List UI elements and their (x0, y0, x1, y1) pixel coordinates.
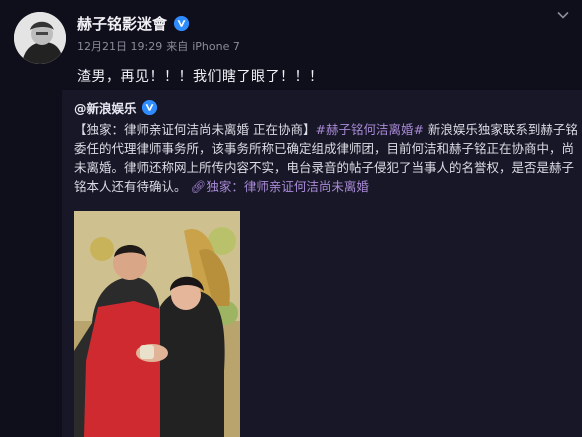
author-row: 赫子铭影迷會 (77, 13, 190, 34)
author-name[interactable]: 赫子铭影迷會 (77, 13, 167, 34)
article-link[interactable]: 独家：律师亲证何洁尚未离婚 (206, 179, 369, 194)
repost-body: 【独家：律师亲证何洁尚未离婚 正在协商】#赫子铭何洁离婚# 新浪娱乐独家联系到赫… (74, 120, 579, 196)
avatar[interactable] (14, 12, 66, 64)
post-text: 渣男，再见！！！我们瞎了眼了！！！ (77, 69, 324, 85)
link-icon: 🔗︎ (190, 179, 207, 194)
post-time[interactable]: 12月21日 19:29 (77, 40, 162, 53)
verified-badge-icon (141, 99, 157, 116)
chevron-down-icon[interactable] (556, 8, 570, 22)
repost-author-name[interactable]: @新浪娱乐 (74, 98, 137, 117)
source-prefix: 来自 (166, 40, 189, 53)
post-device[interactable]: iPhone 7 (192, 40, 240, 53)
post-meta: 12月21日 19:29 来自 iPhone 7 (77, 38, 244, 54)
repost-photo[interactable] (74, 211, 240, 437)
repost-author-row: @新浪娱乐 (74, 98, 158, 117)
hashtag-link[interactable]: #赫子铭何洁离婚# (315, 122, 423, 137)
repost-card[interactable]: @新浪娱乐 【独家：律师亲证何洁尚未离婚 正在协商】#赫子铭何洁离婚# 新浪娱乐… (62, 90, 582, 437)
verified-badge-icon (173, 15, 190, 32)
repost-title: 【独家：律师亲证何洁尚未离婚 正在协商】 (74, 122, 316, 137)
avatar-image (14, 12, 66, 64)
photo-image (74, 211, 240, 437)
